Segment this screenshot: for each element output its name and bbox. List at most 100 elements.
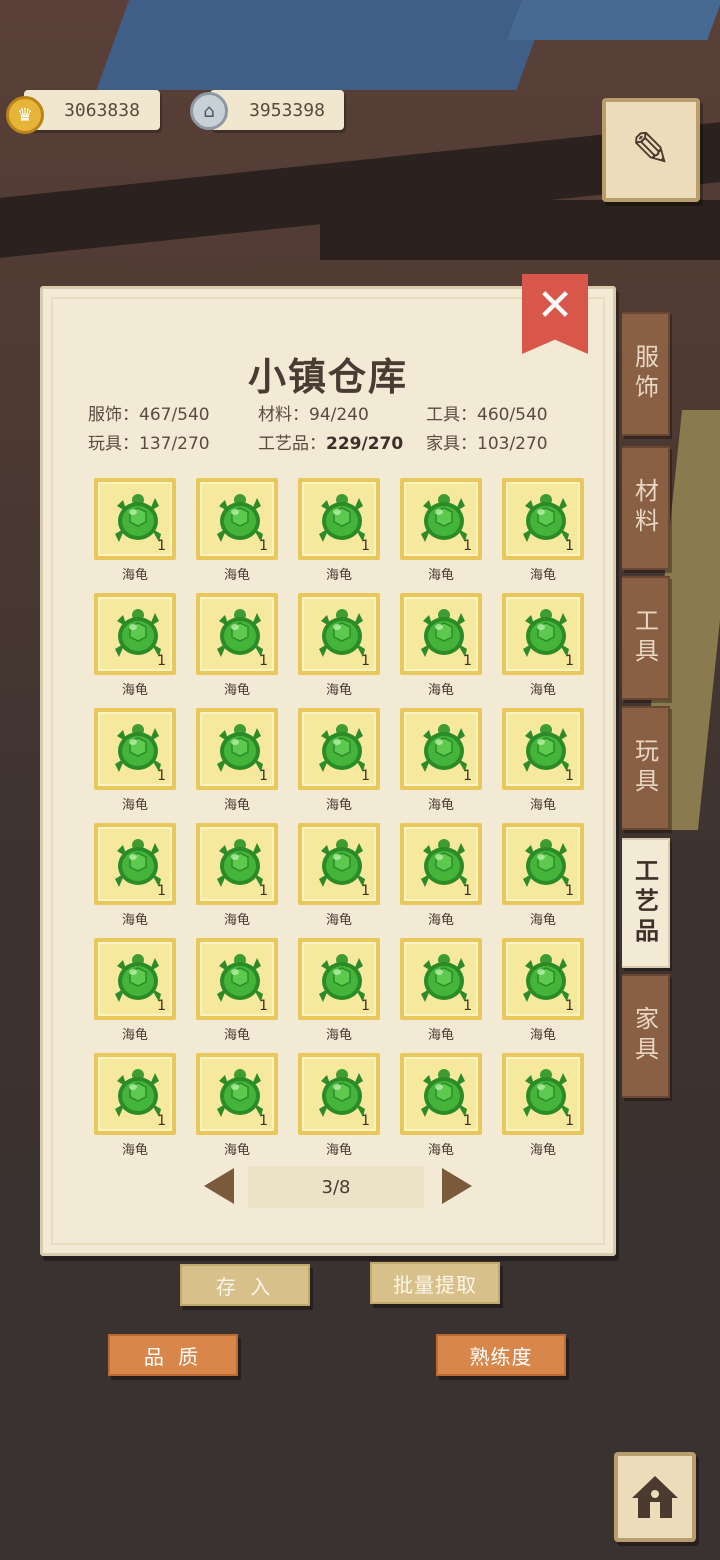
item-slot[interactable]: 1 海龟: [94, 708, 176, 813]
item-slot[interactable]: 1 海龟: [196, 938, 278, 1043]
item-frame: 1: [400, 938, 482, 1020]
gold-currency-display: 3063838: [24, 90, 160, 130]
item-slot[interactable]: 1 海龟: [502, 708, 584, 813]
batch-extract-button[interactable]: 批量提取: [370, 1262, 500, 1304]
panel-title: 小镇仓库: [247, 355, 408, 399]
item-name: 海龟: [529, 1143, 556, 1158]
gold-crown-coin-icon: ♛: [6, 89, 44, 134]
item-frame: 1: [196, 708, 278, 790]
item-count: 1: [463, 883, 472, 899]
item-count: 1: [361, 998, 370, 1014]
item-slot[interactable]: 1 海龟: [502, 1053, 584, 1158]
item-slot[interactable]: 1 海龟: [502, 478, 584, 583]
item-slot[interactable]: 1 海龟: [400, 593, 482, 698]
close-icon: ✕: [536, 280, 574, 331]
item-name: 海龟: [325, 798, 352, 813]
item-slot[interactable]: 1 海龟: [400, 823, 482, 928]
item-frame: 1: [502, 478, 584, 560]
item-slot[interactable]: 1 海龟: [196, 708, 278, 813]
item-slot[interactable]: 1 海龟: [400, 708, 482, 813]
item-count: 1: [157, 883, 166, 899]
item-frame: 1: [400, 823, 482, 905]
item-slot[interactable]: 1 海龟: [298, 593, 380, 698]
item-slot[interactable]: 1 海龟: [298, 708, 380, 813]
item-count: 1: [361, 538, 370, 554]
item-name: 海龟: [427, 798, 454, 813]
item-slot[interactable]: 1 海龟: [502, 823, 584, 928]
map-button[interactable]: ✎: [602, 98, 700, 202]
item-name: 海龟: [223, 1028, 250, 1043]
item-count: 1: [259, 653, 268, 669]
item-slot[interactable]: 1 海龟: [196, 823, 278, 928]
item-slot[interactable]: 1 海龟: [502, 593, 584, 698]
item-slot[interactable]: 1 海龟: [196, 593, 278, 698]
item-name: 海龟: [121, 568, 148, 583]
item-name: 海龟: [121, 913, 148, 928]
tab-furniture[interactable]: 家具: [622, 974, 670, 1098]
item-frame: 1: [400, 1053, 482, 1135]
item-frame: 1: [298, 708, 380, 790]
quality-sort-button[interactable]: 品 质: [108, 1334, 238, 1376]
item-name: 海龟: [121, 1143, 148, 1158]
tab-tools[interactable]: 工具: [622, 576, 670, 700]
item-name: 海龟: [223, 913, 250, 928]
item-slot[interactable]: 1 海龟: [400, 1053, 482, 1158]
tab-clothing[interactable]: 服饰: [622, 312, 670, 436]
item-count: 1: [361, 653, 370, 669]
item-count: 1: [361, 1113, 370, 1129]
item-frame: 1: [502, 593, 584, 675]
stat-crafts: 工艺品：229/270: [258, 434, 404, 454]
item-count: 1: [565, 538, 574, 554]
item-frame: 1: [94, 708, 176, 790]
item-count: 1: [157, 998, 166, 1014]
item-slot[interactable]: 1 海龟: [94, 938, 176, 1043]
map-quill-icon: ✎: [630, 122, 672, 178]
item-count: 1: [463, 653, 472, 669]
item-frame: 1: [94, 593, 176, 675]
item-count: 1: [565, 998, 574, 1014]
item-name: 海龟: [121, 1028, 148, 1043]
item-name: 海龟: [427, 913, 454, 928]
item-name: 海龟: [427, 568, 454, 583]
item-slot[interactable]: 1 海龟: [196, 478, 278, 583]
home-button[interactable]: [614, 1452, 696, 1542]
item-count: 1: [463, 768, 472, 784]
item-frame: 1: [298, 593, 380, 675]
item-slot[interactable]: 1 海龟: [400, 938, 482, 1043]
item-frame: 1: [502, 1053, 584, 1135]
item-frame: 1: [196, 478, 278, 560]
item-slot[interactable]: 1 海龟: [94, 593, 176, 698]
item-frame: 1: [502, 823, 584, 905]
item-frame: 1: [298, 478, 380, 560]
item-slot[interactable]: 1 海龟: [298, 1053, 380, 1158]
item-count: 1: [157, 538, 166, 554]
item-slot[interactable]: 1 海龟: [196, 1053, 278, 1158]
item-name: 海龟: [325, 1028, 352, 1043]
item-slot[interactable]: 1 海龟: [298, 823, 380, 928]
tab-crafts[interactable]: 工艺品: [622, 838, 670, 968]
next-page-button[interactable]: [442, 1168, 472, 1204]
item-count: 1: [259, 768, 268, 784]
item-slot[interactable]: 1 海龟: [298, 478, 380, 583]
tab-materials[interactable]: 材料: [622, 446, 670, 570]
page-indicator: 3/8: [248, 1166, 424, 1208]
tab-toys[interactable]: 玩具: [622, 706, 670, 830]
item-name: 海龟: [529, 568, 556, 583]
item-count: 1: [565, 1113, 574, 1129]
item-grid: 1 海龟 1 海龟 1 海龟 1 海龟 1 海龟 1 海龟 1 海龟 1 海龟 1 海龟 1 海龟 1 海龟 1 海龟 1 海龟 1…: [94, 478, 586, 1158]
proficiency-sort-button[interactable]: 熟练度: [436, 1334, 566, 1376]
prev-page-button[interactable]: [204, 1168, 234, 1204]
item-slot[interactable]: 1 海龟: [94, 823, 176, 928]
item-frame: 1: [196, 1053, 278, 1135]
item-slot[interactable]: 1 海龟: [502, 938, 584, 1043]
item-slot[interactable]: 1 海龟: [94, 478, 176, 583]
item-name: 海龟: [223, 683, 250, 698]
item-slot[interactable]: 1 海龟: [400, 478, 482, 583]
item-count: 1: [463, 538, 472, 554]
item-name: 海龟: [325, 913, 352, 928]
item-slot[interactable]: 1 海龟: [94, 1053, 176, 1158]
store-button[interactable]: 存 入: [180, 1264, 310, 1306]
item-frame: 1: [94, 1053, 176, 1135]
gold-amount: 3063838: [64, 99, 140, 121]
item-slot[interactable]: 1 海龟: [298, 938, 380, 1043]
